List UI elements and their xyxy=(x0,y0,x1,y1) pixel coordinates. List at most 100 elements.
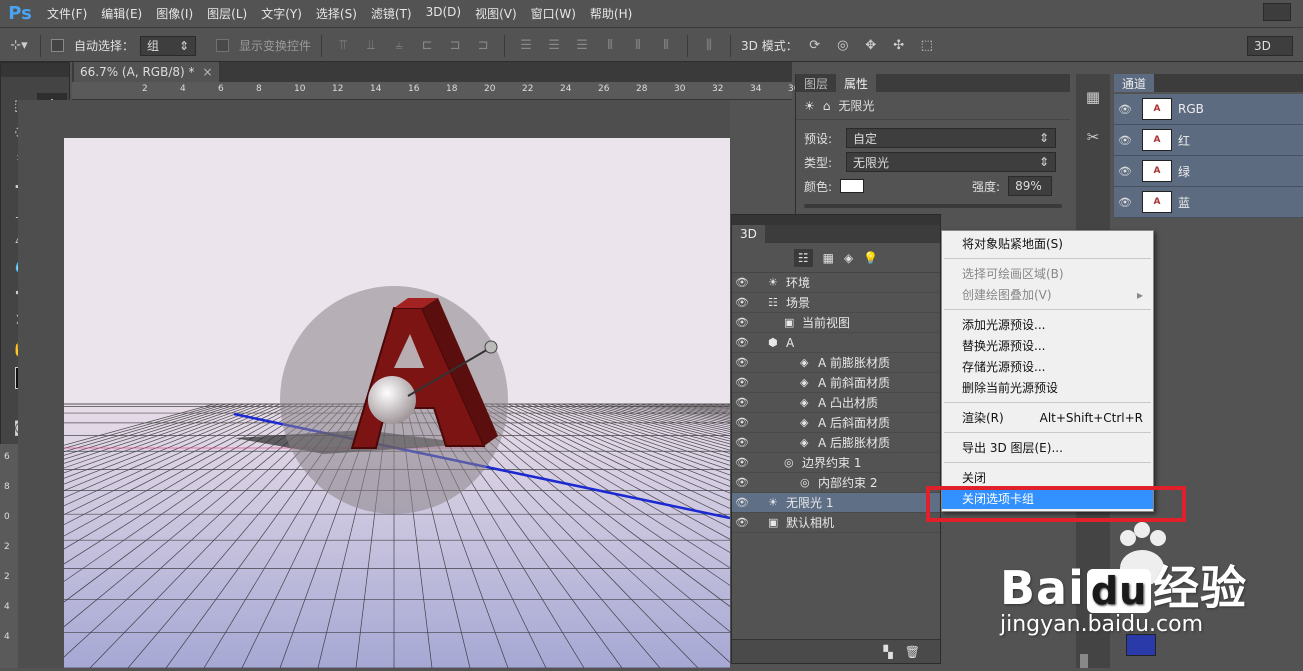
canvas-area[interactable]: ☀ xyxy=(18,100,730,668)
menu-item-4[interactable]: 文字(Y) xyxy=(254,5,309,22)
align-vcenter-icon[interactable]: ⫫ xyxy=(360,35,382,57)
light-filter-icon[interactable]: 💡 xyxy=(863,251,878,265)
light-color-swatch[interactable] xyxy=(840,179,865,193)
eye-icon[interactable]: 👁 xyxy=(732,476,752,489)
context-menu-item[interactable]: 存储光源预设... xyxy=(942,356,1153,377)
3d-layer-row[interactable]: 👁 ☀ 环境 xyxy=(732,273,940,293)
new-light-icon[interactable]: ▚ xyxy=(884,645,893,659)
distribute-right-icon[interactable]: ⫴ xyxy=(655,35,677,57)
channel-row[interactable]: 👁 A 蓝 xyxy=(1114,187,1303,218)
3d-layer-row[interactable]: 👁 ☷ 场景 xyxy=(732,293,940,313)
workspace-dropdown[interactable]: 3D xyxy=(1247,35,1293,56)
close-icon[interactable]: × xyxy=(202,65,212,79)
tab-channels[interactable]: 通道 xyxy=(1114,74,1155,92)
menu-item-7[interactable]: 3D(D) xyxy=(419,5,468,22)
context-menu-item[interactable]: 删除当前光源预设 xyxy=(942,377,1153,398)
menu-item-0[interactable]: 文件(F) xyxy=(40,5,94,22)
3d-layer-row[interactable]: 👁 ◎ 内部约束 2 xyxy=(732,473,940,493)
align-left-icon[interactable]: ⊏ xyxy=(416,35,438,57)
menu-item-2[interactable]: 图像(I) xyxy=(149,5,200,22)
context-menu-item[interactable]: 渲染(R) Alt+Shift+Ctrl+R xyxy=(942,407,1153,428)
roll-3d-icon[interactable]: ◎ xyxy=(832,35,854,57)
eye-icon[interactable]: 👁 xyxy=(732,456,752,469)
tools-panel-icon[interactable]: ✂ xyxy=(1082,128,1104,150)
eye-icon[interactable]: 👁 xyxy=(1114,134,1136,147)
tab-layers[interactable]: 图层 xyxy=(796,74,836,92)
tab-properties[interactable]: 属性 xyxy=(836,74,877,92)
eye-icon[interactable]: 👁 xyxy=(1114,196,1136,209)
document-tab[interactable]: 66.7% (A, RGB/8) * × xyxy=(74,62,219,82)
menu-item-6[interactable]: 滤镜(T) xyxy=(364,5,419,22)
3d-layer-row[interactable]: 👁 ◈ A 前膨胀材质 xyxy=(732,353,940,373)
move-tool-preset-button[interactable]: ⊹▾ xyxy=(8,35,30,57)
channel-row[interactable]: 👁 A 红 xyxy=(1114,125,1303,156)
align-hcenter-icon[interactable]: ⊐ xyxy=(444,35,466,57)
distribute-hcenter-icon[interactable]: ⫴ xyxy=(627,35,649,57)
intensity-slider[interactable] xyxy=(804,204,1062,208)
eye-icon[interactable]: 👁 xyxy=(732,276,752,289)
eye-icon[interactable]: 👁 xyxy=(732,316,752,329)
context-menu-item[interactable]: 替换光源预设... xyxy=(942,335,1153,356)
distribute-vcenter-icon[interactable]: ☰ xyxy=(543,35,565,57)
window-minimize-button[interactable] xyxy=(1263,3,1291,21)
eye-icon[interactable]: 👁 xyxy=(732,296,752,309)
light-gizmo-sphere[interactable] xyxy=(368,376,416,424)
eye-icon[interactable]: 👁 xyxy=(732,496,752,509)
eye-icon[interactable]: 👁 xyxy=(732,516,752,529)
menu-item-5[interactable]: 选择(S) xyxy=(309,5,364,22)
material-filter-icon[interactable]: ◈ xyxy=(844,251,853,265)
slide-3d-icon[interactable]: ✣ xyxy=(888,35,910,57)
intensity-field[interactable]: 89% xyxy=(1008,176,1053,196)
distribute-top-icon[interactable]: ☰ xyxy=(515,35,537,57)
eye-icon[interactable]: 👁 xyxy=(1114,165,1136,178)
scene-filter-icon[interactable]: ☷ xyxy=(793,248,813,267)
channel-row[interactable]: 👁 A 绿 xyxy=(1114,156,1303,187)
channels-panel-icon[interactable]: ▦ xyxy=(1082,88,1104,110)
menu-item-10[interactable]: 帮助(H) xyxy=(583,5,639,22)
eye-icon[interactable]: 👁 xyxy=(732,396,752,409)
3d-layer-row[interactable]: 👁 ◈ A 后斜面材质 xyxy=(732,413,940,433)
eye-icon[interactable]: 👁 xyxy=(732,416,752,429)
menu-item-8[interactable]: 视图(V) xyxy=(468,5,524,22)
auto-align-icon[interactable]: ⫼ xyxy=(698,35,720,57)
context-menu-item[interactable]: 添加光源预设... xyxy=(942,314,1153,335)
distribute-left-icon[interactable]: ⫴ xyxy=(599,35,621,57)
mesh-filter-icon[interactable]: ▦ xyxy=(823,251,834,265)
align-bottom-icon[interactable]: ⫨ xyxy=(388,35,410,57)
preset-dropdown[interactable]: 自定 ⇕ xyxy=(846,128,1057,148)
3d-layer-row[interactable]: 👁 ◈ A 凸出材质 xyxy=(732,393,940,413)
drag-3d-icon[interactable]: ✥ xyxy=(860,35,882,57)
3d-layer-row[interactable]: 👁 ⬢ A xyxy=(732,333,940,353)
rotate-3d-icon[interactable]: ⟳ xyxy=(804,35,826,57)
eye-icon[interactable]: 👁 xyxy=(732,376,752,389)
light-type-dropdown[interactable]: 无限光 ⇕ xyxy=(846,152,1057,172)
context-menu-item[interactable]: 关闭 xyxy=(942,467,1153,488)
auto-select-checkbox[interactable] xyxy=(51,39,64,52)
eye-icon[interactable]: 👁 xyxy=(732,356,752,369)
context-menu-item[interactable]: 导出 3D 图层(E)... xyxy=(942,437,1153,458)
auto-select-dropdown[interactable]: 组 ⇕ xyxy=(140,35,197,56)
light-handle-knob[interactable] xyxy=(484,340,498,354)
3d-layer-row[interactable]: 👁 ◈ A 后膨胀材质 xyxy=(732,433,940,453)
3d-layer-row[interactable]: 👁 ☀ 无限光 1 xyxy=(732,493,940,513)
menu-item-9[interactable]: 窗口(W) xyxy=(524,5,583,22)
3d-layer-row[interactable]: 👁 ◎ 边界约束 1 xyxy=(732,453,940,473)
eye-icon[interactable]: 👁 xyxy=(1114,103,1136,116)
channel-row[interactable]: 👁 A RGB xyxy=(1114,94,1303,125)
eye-icon[interactable]: 👁 xyxy=(732,436,752,449)
tab-3d[interactable]: 3D xyxy=(732,225,765,243)
3d-layer-row[interactable]: 👁 ▣ 当前视图 xyxy=(732,313,940,333)
show-transform-checkbox[interactable] xyxy=(216,39,230,52)
3d-layer-row[interactable]: 👁 ◈ A 前斜面材质 xyxy=(732,373,940,393)
menu-item-3[interactable]: 图层(L) xyxy=(200,5,254,22)
3d-layer-row[interactable]: 👁 ▣ 默认相机 xyxy=(732,513,940,533)
align-top-icon[interactable]: ⫪ xyxy=(332,35,354,57)
context-menu-item[interactable]: 将对象贴紧地面(S) xyxy=(942,233,1153,254)
document-canvas[interactable] xyxy=(64,138,730,668)
menu-item-1[interactable]: 编辑(E) xyxy=(94,5,149,22)
scale-3d-icon[interactable]: ⬚ xyxy=(916,35,938,57)
delete-icon[interactable]: 🗑 xyxy=(905,645,920,659)
align-right-icon[interactable]: ⊐ xyxy=(472,35,494,57)
distribute-bottom-icon[interactable]: ☰ xyxy=(571,35,593,57)
eye-icon[interactable]: 👁 xyxy=(732,336,752,349)
